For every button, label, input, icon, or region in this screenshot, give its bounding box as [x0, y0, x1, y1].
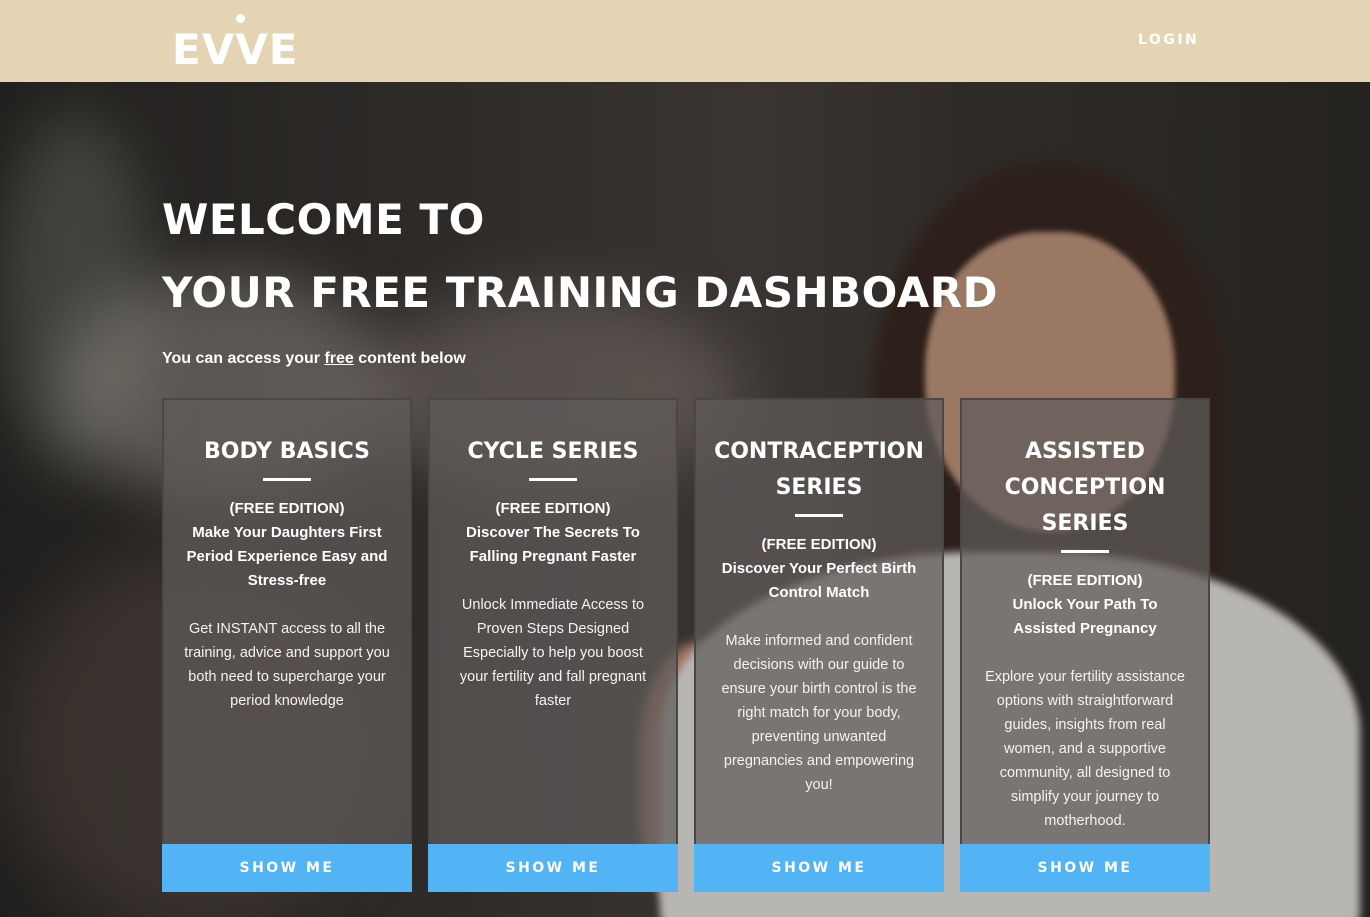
card-headline: Discover The Secrets To Falling Pregnant… [466, 524, 640, 565]
card-description: Unlock Immediate Access to Proven Steps … [459, 597, 647, 709]
card-headline: Make Your Daughters First Period Experie… [186, 524, 388, 589]
show-me-button[interactable]: SHOW ME [694, 844, 944, 892]
top-navigation-bar: EVVE LOGIN [0, 0, 1370, 82]
card-content: ASSISTED CONCEPTION SERIES (FREE EDITION… [960, 398, 1210, 846]
show-me-button[interactable]: SHOW ME [960, 844, 1210, 892]
subtitle-text-after: content below [353, 350, 466, 367]
card-edition: (FREE EDITION) [495, 500, 611, 517]
course-card-cycle-series: CYCLE SERIES (FREE EDITION) Discover The… [428, 398, 678, 892]
card-content: CONTRACEPTION SERIES (FREE EDITION) Disc… [694, 398, 944, 846]
login-link[interactable]: LOGIN [1138, 32, 1199, 48]
card-description: Get INSTANT access to all the training, … [184, 621, 390, 709]
logo-text: EVVE [172, 25, 299, 74]
logo-dot-icon [236, 14, 245, 23]
title-divider [1061, 550, 1109, 553]
card-edition: (FREE EDITION) [761, 536, 877, 553]
title-divider [263, 478, 311, 481]
evve-logo[interactable]: EVVE [172, 14, 312, 74]
title-divider [529, 478, 577, 481]
card-title: CONTRACEPTION SERIES [714, 439, 924, 500]
show-me-button[interactable]: SHOW ME [428, 844, 678, 892]
card-description: Explore your fertility assistance option… [985, 669, 1185, 829]
card-description: Make informed and confident decisions wi… [721, 633, 917, 793]
card-headline: Discover Your Perfect Birth Control Matc… [721, 560, 917, 601]
card-title: ASSISTED CONCEPTION SERIES [1004, 439, 1166, 536]
welcome-heading-line1: WELCOME TO [162, 195, 485, 244]
hero-subtitle: You can access your free content below [162, 350, 466, 368]
title-divider [795, 514, 843, 517]
course-card-contraception-series: CONTRACEPTION SERIES (FREE EDITION) Disc… [694, 398, 944, 892]
card-edition: (FREE EDITION) [229, 500, 345, 517]
card-title: BODY BASICS [204, 439, 370, 464]
card-content: CYCLE SERIES (FREE EDITION) Discover The… [428, 398, 678, 846]
card-headline: Unlock Your Path To Assisted Pregnancy [1012, 596, 1158, 637]
course-card-assisted-conception-series: ASSISTED CONCEPTION SERIES (FREE EDITION… [960, 398, 1210, 892]
card-edition: (FREE EDITION) [1027, 572, 1143, 589]
show-me-button[interactable]: SHOW ME [162, 844, 412, 892]
card-content: BODY BASICS (FREE EDITION) Make Your Dau… [162, 398, 412, 846]
subtitle-text-before: You can access your [162, 350, 325, 367]
welcome-heading-line2: YOUR FREE TRAINING DASHBOARD [162, 268, 998, 317]
course-card-body-basics: BODY BASICS (FREE EDITION) Make Your Dau… [162, 398, 412, 892]
card-title: CYCLE SERIES [467, 439, 639, 464]
free-content-link[interactable]: free [324, 350, 353, 367]
